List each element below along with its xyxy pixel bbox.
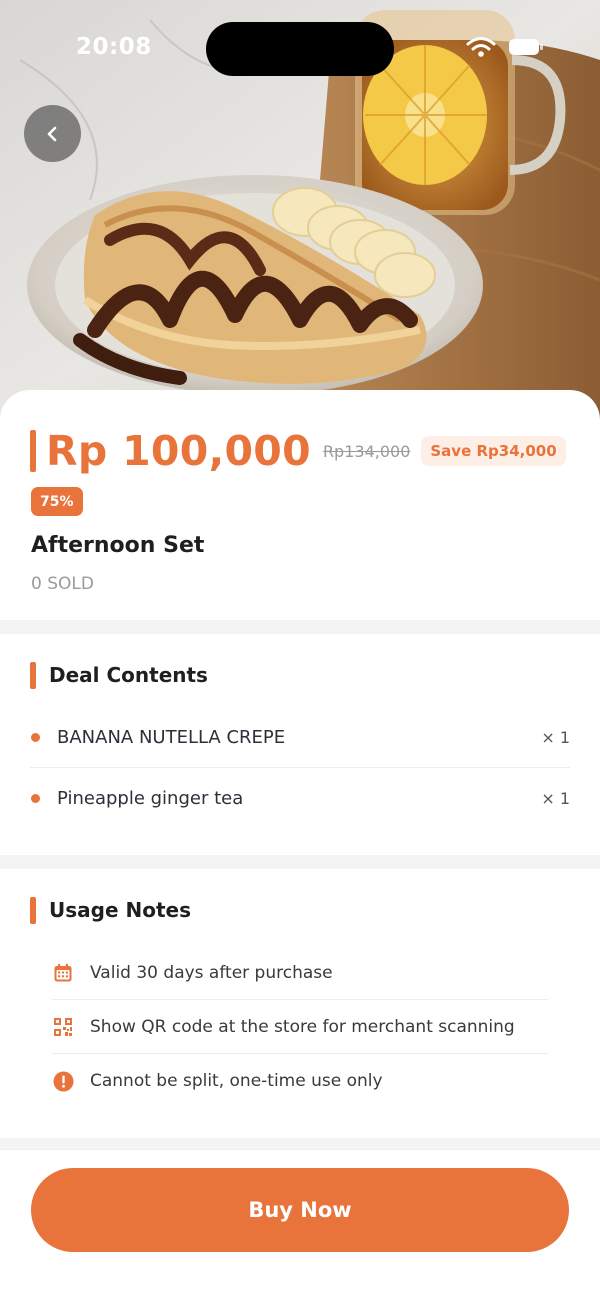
section-accent-bar bbox=[30, 896, 36, 924]
section-divider bbox=[0, 620, 600, 634]
deal-item-name: BANANA NUTELLA CREPE bbox=[57, 726, 286, 748]
deal-contents-header: Deal Contents bbox=[30, 661, 208, 689]
chevron-left-icon bbox=[47, 126, 56, 141]
usage-note-item: Cannot be split, one-time use only bbox=[52, 1054, 548, 1108]
usage-notes-title: Usage Notes bbox=[49, 898, 191, 922]
sold-count: 0 SOLD bbox=[31, 574, 94, 594]
usage-note-text: Show QR code at the store for merchant s… bbox=[90, 1017, 515, 1037]
section-divider bbox=[0, 855, 600, 869]
usage-note-text: Cannot be split, one-time use only bbox=[90, 1071, 383, 1091]
usage-note-text: Valid 30 days after purchase bbox=[90, 963, 333, 983]
qr-code-icon bbox=[52, 1016, 74, 1038]
dynamic-island bbox=[206, 22, 394, 76]
deal-item-qty: × 1 bbox=[541, 788, 570, 808]
price-accent-bar bbox=[30, 430, 36, 472]
deal-contents-title: Deal Contents bbox=[49, 663, 208, 687]
calendar-icon bbox=[52, 962, 74, 984]
status-bar: 20:08 bbox=[0, 0, 600, 90]
usage-note-item: Show QR code at the store for merchant s… bbox=[52, 1000, 548, 1054]
battery-icon bbox=[509, 39, 543, 55]
deal-item: BANANA NUTELLA CREPE × 1 bbox=[30, 706, 570, 768]
bullet-dot-icon bbox=[31, 793, 40, 803]
buy-now-button[interactable]: Buy Now bbox=[31, 1168, 569, 1252]
back-button[interactable] bbox=[24, 105, 81, 162]
usage-notes-header: Usage Notes bbox=[30, 896, 191, 924]
usage-note-item: Valid 30 days after purchase bbox=[52, 946, 548, 1000]
product-title: Afternoon Set bbox=[31, 533, 205, 558]
discount-badge: 75% bbox=[31, 487, 83, 516]
status-time: 20:08 bbox=[76, 34, 152, 60]
section-accent-bar bbox=[30, 661, 36, 689]
wifi-icon bbox=[466, 37, 496, 57]
original-price: Rp134,000 bbox=[322, 441, 411, 461]
section-divider bbox=[0, 1138, 600, 1149]
deal-item-qty: × 1 bbox=[541, 727, 570, 747]
price-row: Rp 100,000 Rp134,000 Save Rp34,000 bbox=[30, 427, 566, 475]
deal-price: Rp 100,000 bbox=[46, 427, 311, 475]
bullet-dot-icon bbox=[31, 732, 40, 742]
deal-item: Pineapple ginger tea × 1 bbox=[30, 767, 570, 829]
alert-icon bbox=[52, 1070, 74, 1092]
deal-item-name: Pineapple ginger tea bbox=[57, 787, 244, 809]
save-badge: Save Rp34,000 bbox=[421, 436, 566, 466]
